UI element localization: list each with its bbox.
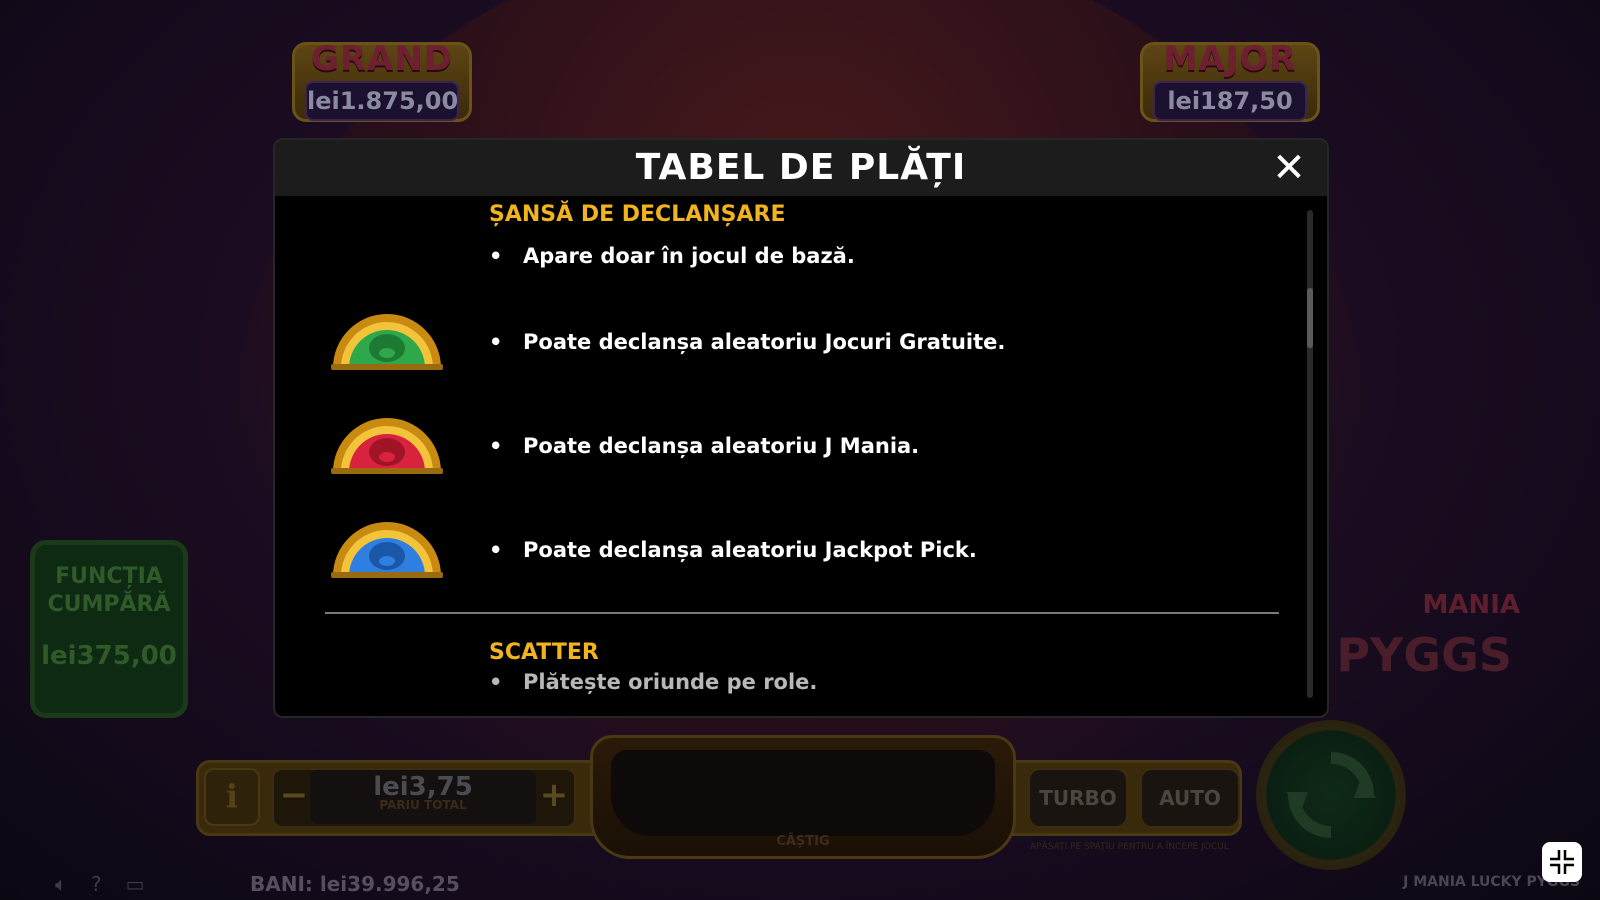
list-item: • Plătește oriunde pe role. — [489, 670, 818, 694]
refresh-icon — [1286, 752, 1376, 838]
green-pig-coin-icon — [331, 314, 443, 370]
balance-value: lei39.996,25 — [319, 872, 460, 896]
win-panel: CÂȘTIG — [590, 735, 1016, 859]
list-item: • Poate declanșa aleatoriu Jocuri Gratuit… — [489, 330, 1006, 354]
bet-label: PARIU TOTAL — [379, 798, 467, 812]
buy-feature-button[interactable]: FUNCȚIA CUMPĂRĂ lei375,00 — [30, 540, 188, 718]
list-item: • Apare doar în jocul de bază. — [489, 244, 855, 268]
section-divider — [325, 612, 1279, 614]
balance: BANI: lei39.996,25 — [250, 872, 460, 896]
scrollbar-track[interactable] — [1307, 210, 1313, 698]
jackpot-grand: GRAND lei1.875,00 — [292, 39, 472, 122]
close-icon[interactable]: ✕ — [1269, 148, 1309, 188]
exit-fullscreen-button[interactable] — [1542, 842, 1582, 882]
jackpot-major-value: lei187,50 — [1153, 81, 1307, 121]
red-pig-coin-icon — [331, 418, 443, 474]
autoplay-button[interactable]: AUTO — [1140, 768, 1240, 828]
list-item: • Poate declanșa aleatoriu J Mania. — [489, 434, 920, 458]
win-display — [611, 750, 995, 836]
game-logo-line1: MANIA — [1422, 590, 1520, 620]
bet-display: lei3,75 PARIU TOTAL — [310, 770, 536, 824]
spin-button[interactable] — [1256, 720, 1406, 870]
section-heading-trigger: ȘANSĂ DE DECLANȘARE — [489, 202, 786, 227]
bet-decrease-button[interactable]: − — [276, 772, 312, 820]
modal-title: TABEL DE PLĂȚI — [635, 147, 967, 188]
jackpot-grand-title: GRAND — [310, 39, 454, 79]
footer-icons: 🔈︎? ▭ — [55, 872, 169, 896]
jackpot-major: MAJOR lei187,50 — [1140, 39, 1320, 122]
collapse-icon — [1550, 850, 1574, 874]
turbo-button[interactable]: TURBO — [1028, 768, 1128, 828]
info-button[interactable]: i — [204, 768, 260, 826]
jackpot-major-title: MAJOR — [1163, 39, 1297, 79]
blue-pig-coin-icon — [331, 522, 443, 578]
bet-increase-button[interactable]: + — [536, 772, 572, 820]
list-item: • Poate declanșa aleatoriu Jackpot Pick. — [489, 538, 977, 562]
sound-icon[interactable]: 🔈︎ — [55, 872, 67, 896]
history-icon[interactable]: ▭ — [126, 872, 145, 896]
help-icon[interactable]: ? — [91, 872, 102, 896]
win-label: CÂȘTIG — [776, 834, 830, 849]
section-heading-scatter: SCATTER — [489, 640, 599, 665]
modal-header: TABEL DE PLĂȚI ✕ — [275, 140, 1327, 196]
buy-feature-label-2: CUMPĂRĂ — [47, 592, 171, 617]
jackpot-grand-value: lei1.875,00 — [305, 81, 459, 121]
scrollbar-thumb[interactable] — [1307, 288, 1313, 348]
modal-body: ȘANSĂ DE DECLANȘARE • Apare doar în jocul… — [275, 196, 1327, 716]
balance-label: BANI: — [250, 872, 313, 896]
buy-feature-price: lei375,00 — [41, 641, 177, 671]
paytable-modal: TABEL DE PLĂȚI ✕ ȘANSĂ DE DECLANȘARE • Ap… — [273, 138, 1329, 718]
spacebar-hint: APĂSAȚI PE SPAȚIU PENTRU A ÎNCEPE JOCUL — [1030, 842, 1229, 852]
buy-feature-label-1: FUNCȚIA — [55, 564, 163, 589]
